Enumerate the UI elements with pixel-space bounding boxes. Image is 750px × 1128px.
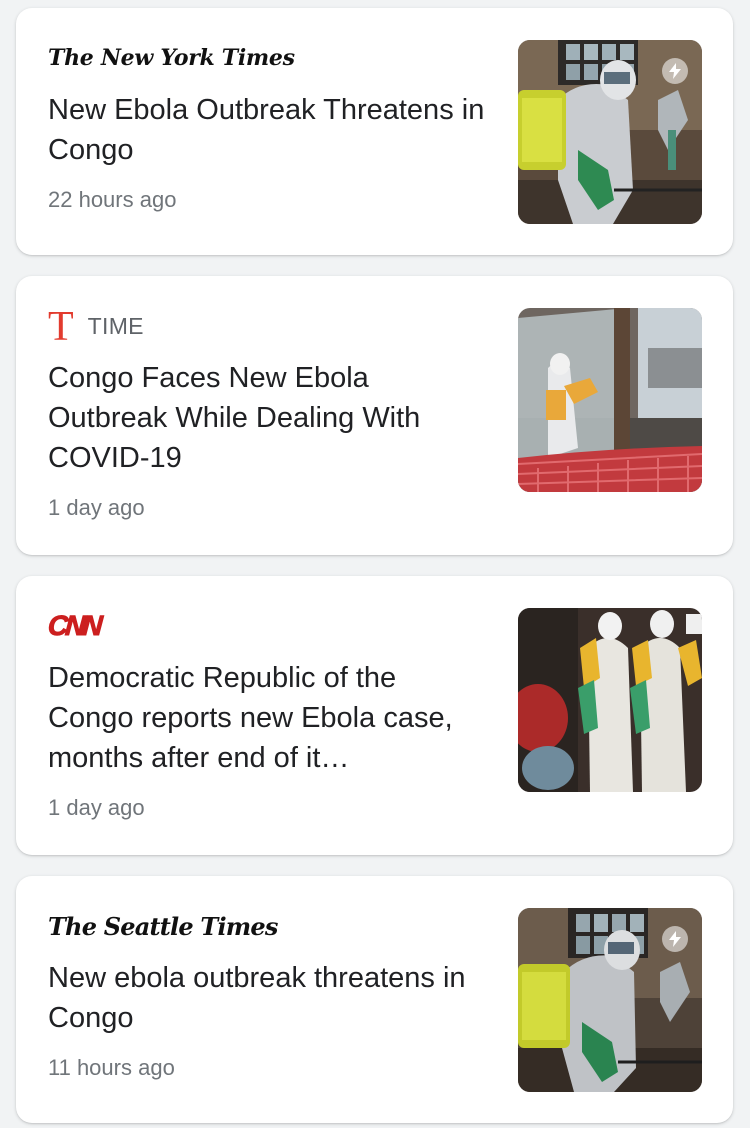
source-name: The New York Times bbox=[48, 45, 295, 71]
source-name: The Seattle Times bbox=[48, 911, 278, 941]
amp-lightning-icon bbox=[662, 926, 688, 952]
news-card-cnn[interactable]: CNN Democratic Republic of the Congo rep… bbox=[16, 576, 733, 855]
article-thumbnail[interactable] bbox=[518, 40, 702, 224]
news-feed: The New York Times New Ebola Outbreak Th… bbox=[0, 0, 750, 1128]
source-logo-nyt: The New York Times bbox=[48, 38, 295, 78]
article-thumbnail[interactable] bbox=[518, 308, 702, 492]
article-headline[interactable]: Democratic Republic of the Congo reports… bbox=[48, 658, 488, 778]
cnn-logo-icon: CNN bbox=[46, 610, 101, 642]
source-logo-cnn: CNN bbox=[46, 606, 101, 646]
article-headline[interactable]: New ebola outbreak threatens in Congo bbox=[48, 958, 488, 1038]
article-headline[interactable]: Congo Faces New Ebola Outbreak While Dea… bbox=[48, 358, 488, 478]
article-thumbnail[interactable] bbox=[518, 608, 702, 792]
source-logo-seattle-times: The Seattle Times bbox=[48, 906, 278, 946]
news-card-nyt[interactable]: The New York Times New Ebola Outbreak Th… bbox=[16, 8, 733, 255]
news-card-seattle-times[interactable]: The Seattle Times New ebola outbreak thr… bbox=[16, 876, 733, 1123]
source-name: TIME bbox=[87, 312, 144, 339]
article-time: 22 hours ago bbox=[48, 187, 177, 212]
article-time: 11 hours ago bbox=[48, 1055, 175, 1080]
news-card-time[interactable]: T TIME Congo Faces New Ebola Outbreak Wh… bbox=[16, 276, 733, 555]
article-time: 1 day ago bbox=[48, 795, 145, 820]
amp-lightning-icon bbox=[662, 58, 688, 84]
article-thumbnail[interactable] bbox=[518, 908, 702, 1092]
source-logo-time: T TIME bbox=[48, 304, 144, 350]
article-headline[interactable]: New Ebola Outbreak Threatens in Congo bbox=[48, 90, 488, 170]
ebola-treatment-tent-photo-icon bbox=[518, 308, 702, 492]
article-time: 1 day ago bbox=[48, 495, 145, 520]
time-logo-icon: T bbox=[48, 304, 74, 350]
health-workers-ppe-photo-icon bbox=[518, 608, 702, 792]
